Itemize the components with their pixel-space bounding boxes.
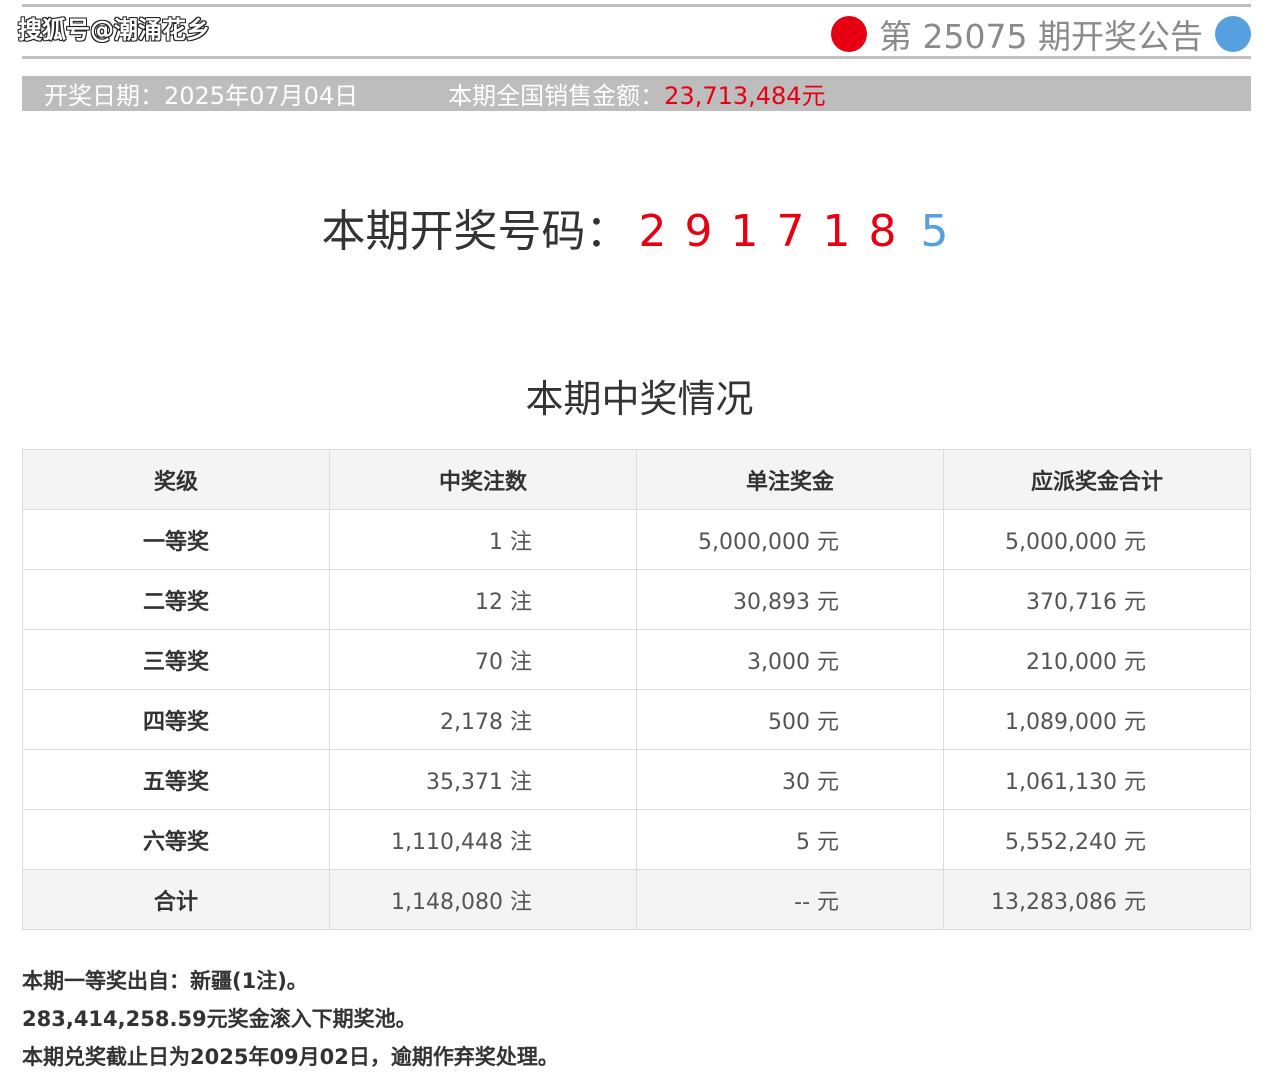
- total-prize: 370,716 元: [943, 569, 1251, 630]
- table-row: 三等奖 70 注 3,000 元 210,000 元: [22, 629, 1251, 690]
- single-prize: 5 元: [636, 809, 944, 870]
- winner-count: 2,178 注: [329, 689, 637, 750]
- winning-number: 9: [684, 206, 713, 257]
- blue-ball-icon: [1215, 16, 1251, 52]
- special-number: 5: [920, 206, 949, 257]
- draw-date: 开奖日期：2025年07月04日: [44, 82, 359, 110]
- winner-count: 35,371 注: [329, 749, 637, 810]
- total-prize: 1,089,000 元: [943, 689, 1251, 750]
- note-first-prize-origin: 本期一等奖出自：新疆(1注)。: [22, 969, 308, 993]
- winning-number: 7: [776, 206, 805, 257]
- sales-amount: 本期全国销售金额：23,713,484元: [448, 76, 825, 111]
- table-row: 一等奖 1 注 5,000,000 元 5,000,000 元: [22, 509, 1251, 570]
- winner-count: 1 注: [329, 509, 637, 570]
- header-total-prize: 应派奖金合计: [943, 449, 1251, 510]
- header-count: 中奖注数: [329, 449, 637, 510]
- prize-level: 二等奖: [22, 569, 330, 630]
- total-prize: 5,552,240 元: [943, 809, 1251, 870]
- notes: 本期一等奖出自：新疆(1注)。 283,414,258.59元奖金滚入下期奖池。…: [22, 962, 559, 1076]
- winning-numbers-label: 本期开奖号码：: [321, 206, 630, 257]
- total-winner-count: 1,148,080 注: [329, 869, 637, 930]
- total-single-prize: -- 元: [636, 869, 944, 930]
- sales-value: 23,713,484元: [664, 82, 826, 110]
- total-label: 合计: [22, 869, 330, 930]
- prize-section-title: 本期中奖情况: [525, 377, 754, 421]
- single-prize: 5,000,000 元: [636, 509, 944, 570]
- issue-title: 第 25075 期开奖公告: [879, 17, 1203, 56]
- prize-table: 奖级 中奖注数 单注奖金 应派奖金合计 一等奖 1 注 5,000,000 元 …: [22, 449, 1251, 930]
- single-prize: 3,000 元: [636, 629, 944, 690]
- prize-level: 一等奖: [22, 509, 330, 570]
- note-rollover: 283,414,258.59元奖金滚入下期奖池。: [22, 1007, 417, 1031]
- prize-level: 六等奖: [22, 809, 330, 870]
- sales-label: 本期全国销售金额：: [448, 82, 665, 110]
- winning-numbers: 本期开奖号码： 2 9 1 7 1 8 5: [0, 195, 1279, 259]
- single-prize: 500 元: [636, 689, 944, 750]
- note-deadline: 本期兑奖截止日为2025年09月02日，逾期作弃奖处理。: [22, 1045, 559, 1069]
- single-prize: 30,893 元: [636, 569, 944, 630]
- top-divider: [22, 4, 1251, 7]
- single-prize: 30 元: [636, 749, 944, 810]
- info-bar: 开奖日期：2025年07月04日 本期全国销售金额：23,713,484元: [22, 76, 1251, 111]
- issue-header: 第 25075 期开奖公告: [831, 12, 1251, 56]
- total-prize: 210,000 元: [943, 629, 1251, 690]
- prize-level: 四等奖: [22, 689, 330, 750]
- header-level: 奖级: [22, 449, 330, 510]
- table-total-row: 合计 1,148,080 注 -- 元 13,283,086 元: [22, 869, 1251, 930]
- red-ball-icon: [831, 16, 868, 52]
- watermark: 搜狐号@潮涌花乡: [17, 15, 211, 45]
- table-row: 五等奖 35,371 注 30 元 1,061,130 元: [22, 749, 1251, 810]
- winner-count: 1,110,448 注: [329, 809, 637, 870]
- winning-number: 1: [730, 206, 759, 257]
- table-header-row: 奖级 中奖注数 单注奖金 应派奖金合计: [22, 449, 1251, 510]
- winning-number: 8: [868, 206, 897, 257]
- table-row: 六等奖 1,110,448 注 5 元 5,552,240 元: [22, 809, 1251, 870]
- table-row: 二等奖 12 注 30,893 元 370,716 元: [22, 569, 1251, 630]
- prize-level: 五等奖: [22, 749, 330, 810]
- winner-count: 70 注: [329, 629, 637, 690]
- header-single-prize: 单注奖金: [636, 449, 944, 510]
- total-prize: 5,000,000 元: [943, 509, 1251, 570]
- total-prize: 1,061,130 元: [943, 749, 1251, 810]
- winning-number: 2: [638, 206, 667, 257]
- prize-level: 三等奖: [22, 629, 330, 690]
- grand-total-prize: 13,283,086 元: [943, 869, 1251, 930]
- table-row: 四等奖 2,178 注 500 元 1,089,000 元: [22, 689, 1251, 750]
- winner-count: 12 注: [329, 569, 637, 630]
- winning-number: 1: [822, 206, 851, 257]
